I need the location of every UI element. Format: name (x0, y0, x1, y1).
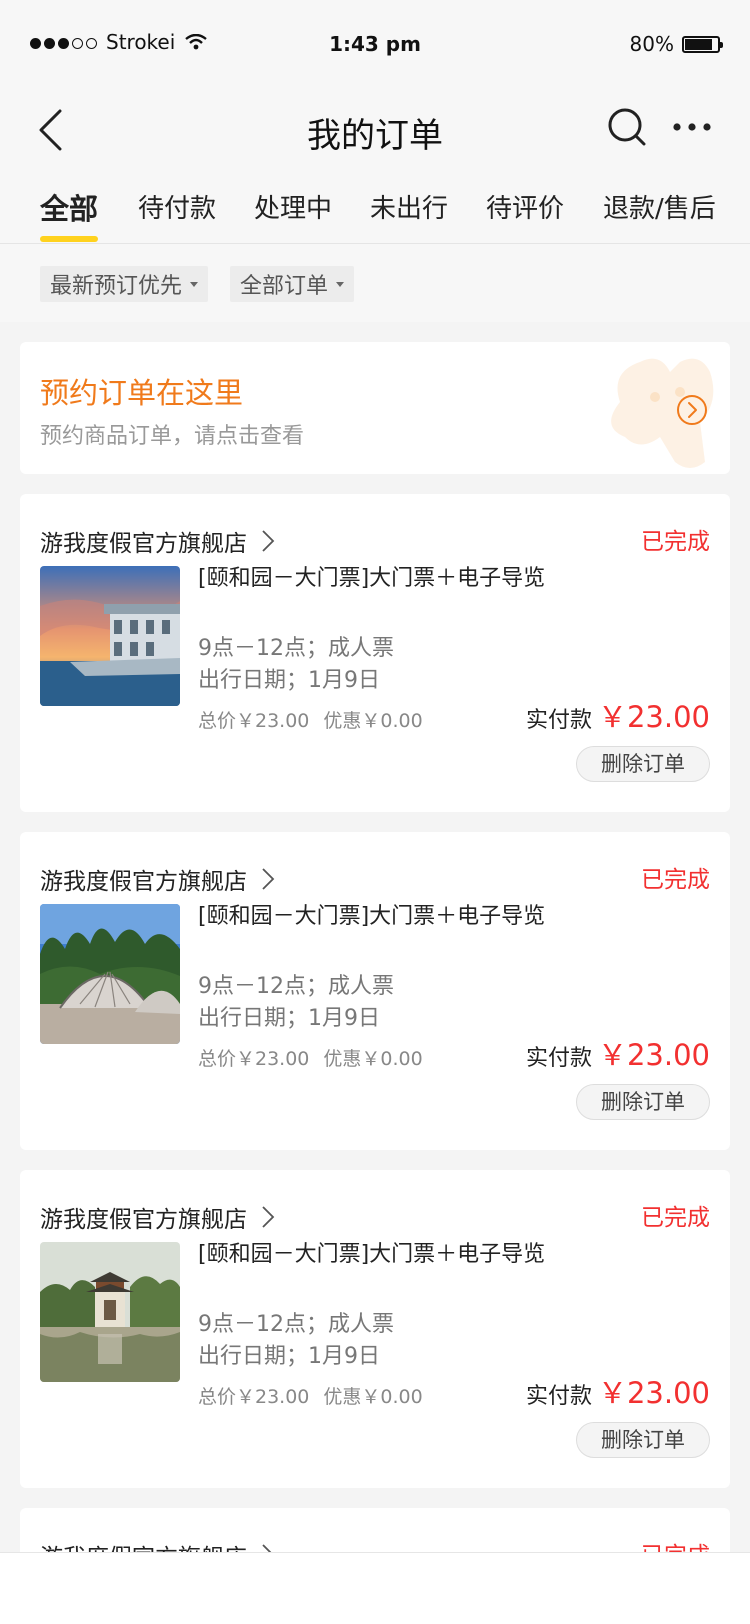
store-name: 游我度假官方旗舰店 (40, 1207, 247, 1233)
product-image[interactable] (40, 566, 180, 706)
store-link[interactable]: 游我度假官方旗舰店 (40, 862, 275, 896)
sort-dropdown-label: 最新预订优先 (50, 274, 183, 299)
sort-dropdown[interactable]: 最新预订优先 (40, 266, 209, 302)
paid-amount-row: 实付款 ￥23.00 (526, 1032, 710, 1074)
paid-label: 实付款 (525, 708, 592, 733)
store-link[interactable]: 游我度假官方旗舰店 (40, 1200, 275, 1234)
price-breakdown: 总价￥23.00 优惠￥0.00 (198, 706, 423, 733)
tab-processing[interactable]: 处理中 (254, 188, 332, 225)
chevron-right-icon (262, 530, 275, 552)
total-price: 总价￥23.00 (198, 1048, 310, 1070)
circle-arrow-right-icon[interactable] (676, 394, 708, 426)
product-title[interactable]: [颐和园－大门票]大门票＋电子导览 (198, 564, 558, 593)
tab-all[interactable]: 全部 (40, 186, 98, 228)
banner-title: 预约订单在这里 (40, 376, 244, 410)
banner-subtitle: 预约商品订单，请点击查看 (40, 424, 305, 449)
product-image[interactable] (40, 904, 180, 1044)
paid-label: 实付款 (525, 1384, 592, 1409)
reservation-orders-banner[interactable]: 预约订单在这里 预约商品订单，请点击查看 (20, 342, 730, 474)
delete-order-button[interactable]: 删除订单 (576, 1084, 710, 1120)
order-card[interactable]: 游我度假官方旗舰店 已完成 [颐和园－大门票]大门票＋电子导览 9点－12点；成… (20, 1170, 730, 1488)
paid-amount: ￥23.00 (597, 1038, 710, 1072)
discount: 优惠￥0.00 (323, 710, 423, 732)
pavilion-image (40, 1242, 180, 1382)
product-spec: 9点－12点；成人票 (198, 636, 394, 661)
order-type-dropdown[interactable]: 全部订单 (230, 266, 355, 302)
battery-status: 80% (629, 32, 723, 56)
paid-label: 实付款 (525, 1046, 592, 1071)
battery-icon (682, 35, 723, 53)
product-title[interactable]: [颐和园－大门票]大门票＋电子导览 (198, 1240, 558, 1269)
order-status: 已完成 (641, 1205, 710, 1231)
total-price: 总价￥23.00 (198, 710, 310, 732)
caret-down-icon (336, 281, 345, 287)
chevron-right-icon (262, 1206, 275, 1228)
battery-percent: 80% (629, 32, 674, 56)
tab-to-review[interactable]: 待评价 (486, 188, 564, 225)
discount: 优惠￥0.00 (323, 1048, 423, 1070)
paid-amount: ￥23.00 (597, 700, 710, 734)
discount: 优惠￥0.00 (323, 1386, 423, 1408)
delete-order-button[interactable]: 删除订单 (576, 746, 710, 782)
order-type-dropdown-label: 全部订单 (240, 274, 329, 299)
store-name: 游我度假官方旗舰店 (40, 869, 247, 895)
product-spec: 9点－12点；成人票 (198, 1312, 394, 1337)
product-image[interactable] (40, 1242, 180, 1382)
price-breakdown: 总价￥23.00 优惠￥0.00 (198, 1382, 423, 1409)
delete-order-button[interactable]: 删除订单 (576, 1422, 710, 1458)
paid-amount: ￥23.00 (597, 1376, 710, 1410)
order-card[interactable]: 游我度假官方旗舰店 已完成 [颐和园－大门票]大门票＋电子导览 9点－12点；成… (20, 832, 730, 1150)
travel-date: 出行日期；1月9日 (198, 1344, 380, 1369)
caret-down-icon (190, 281, 199, 287)
tab-pending-payment[interactable]: 待付款 (138, 188, 216, 225)
bottom-safe-area (0, 1552, 750, 1624)
marble-boat-image (40, 566, 180, 706)
tab-not-traveled[interactable]: 未出行 (370, 188, 448, 225)
product-spec: 9点－12点；成人票 (198, 974, 394, 999)
paid-amount-row: 实付款 ￥23.00 (526, 694, 710, 736)
order-status: 已完成 (641, 867, 710, 893)
filter-bar: 最新预订优先 全部订单 (0, 244, 750, 322)
store-name: 游我度假官方旗舰店 (40, 531, 247, 557)
price-breakdown: 总价￥23.00 优惠￥0.00 (198, 1044, 423, 1071)
order-tabs: 全部 待付款 处理中 未出行 待评价 退款/售后 (0, 172, 750, 244)
active-tab-indicator (40, 236, 98, 242)
store-link[interactable]: 游我度假官方旗舰店 (40, 524, 275, 558)
nav-bar: 我的订单 (0, 88, 750, 172)
fan-sculpture-image (40, 904, 180, 1044)
search-icon[interactable] (606, 106, 648, 148)
travel-date: 出行日期；1月9日 (198, 1006, 380, 1031)
order-card[interactable]: 游我度假官方旗舰店 已完成 (20, 494, 730, 812)
tab-refund[interactable]: 退款/售后 (603, 188, 716, 225)
paid-amount-row: 实付款 ￥23.00 (526, 1370, 710, 1412)
status-bar: Strokei 1:43 pm 80% (0, 0, 750, 88)
more-icon[interactable] (672, 112, 712, 142)
travel-date: 出行日期；1月9日 (198, 668, 380, 693)
total-price: 总价￥23.00 (198, 1386, 310, 1408)
product-title[interactable]: [颐和园－大门票]大门票＋电子导览 (198, 902, 558, 931)
order-status: 已完成 (641, 529, 710, 555)
chevron-right-icon (262, 868, 275, 890)
